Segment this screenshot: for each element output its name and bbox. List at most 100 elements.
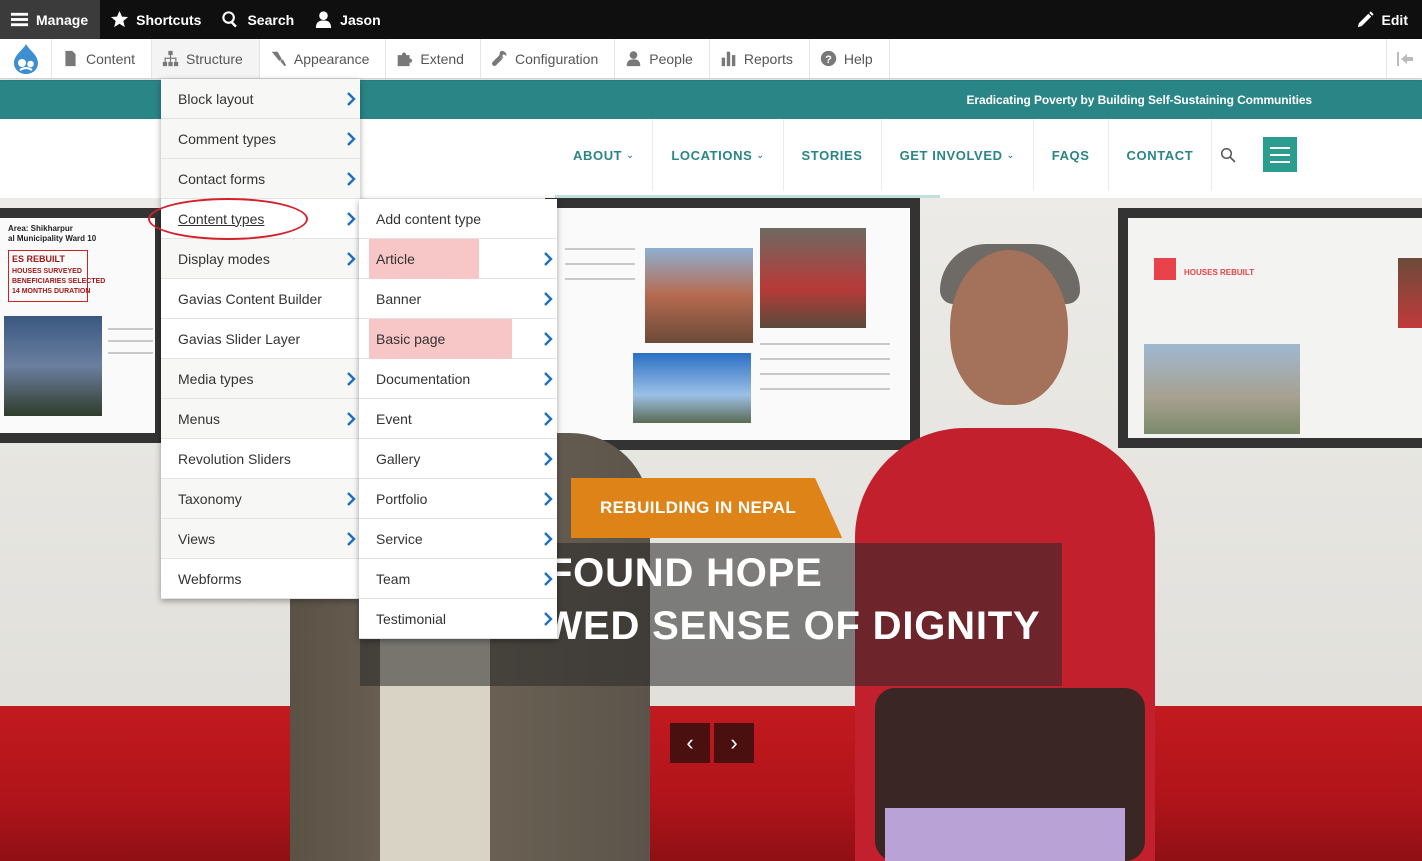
chevron-right-icon xyxy=(543,491,553,507)
manage-button[interactable]: Manage xyxy=(0,0,101,39)
shortcuts-button[interactable]: Shortcuts xyxy=(100,0,211,39)
submenu-documentation[interactable]: Documentation xyxy=(359,359,557,399)
menu-taxonomy[interactable]: Taxonomy xyxy=(161,479,360,519)
slider-next-button[interactable]: › xyxy=(714,723,754,763)
submenu-add-content-type[interactable]: Add content type xyxy=(359,199,557,239)
poster-textline xyxy=(565,263,635,265)
home-icon xyxy=(1154,258,1176,280)
nav-about[interactable]: ABOUT ⌄ xyxy=(555,119,654,191)
file-icon xyxy=(65,50,76,67)
poster-photo xyxy=(1398,258,1422,328)
chevron-right-icon xyxy=(346,371,356,387)
poster-textline xyxy=(108,328,153,330)
submenu-item-label: Basic page xyxy=(376,330,446,347)
menu-item-label: Gavias Slider Layer xyxy=(178,330,301,347)
tray-reports[interactable]: Reports xyxy=(710,39,810,78)
nav-locations[interactable]: LOCATIONS ⌄ xyxy=(653,119,784,191)
drupal-drop-icon xyxy=(13,43,38,74)
tray-help-label: Help xyxy=(843,50,873,67)
menu-item-label: Display modes xyxy=(178,250,270,267)
submenu-service[interactable]: Service xyxy=(359,519,557,559)
tray-structure[interactable]: Structure xyxy=(152,39,260,78)
poster-text: HOUSES REBUILT xyxy=(1184,268,1255,277)
chevron-right-icon xyxy=(346,211,356,227)
tray-help[interactable]: ? Help xyxy=(810,39,890,78)
poster-text: HOUSES SURVEYED xyxy=(12,268,82,275)
search-icon xyxy=(1221,147,1236,163)
submenu-portfolio[interactable]: Portfolio xyxy=(359,479,557,519)
menu-gavias-slider-layer[interactable]: Gavias Slider Layer xyxy=(161,319,360,359)
tray-extend-label: Extend xyxy=(420,50,464,67)
chevron-right-icon xyxy=(543,251,553,267)
submenu-item-label: Documentation xyxy=(376,370,471,387)
poster-text: BENEFICIARIES SELECTED xyxy=(12,278,106,285)
chevron-right-icon xyxy=(346,531,356,547)
edit-button[interactable]: Edit xyxy=(1346,0,1422,39)
submenu-event[interactable]: Event xyxy=(359,399,557,439)
tray-orientation-toggle[interactable] xyxy=(1386,39,1422,78)
submenu-team[interactable]: Team xyxy=(359,559,557,599)
tray-configuration[interactable]: Configuration xyxy=(481,39,616,78)
user-label: Jason xyxy=(340,11,381,28)
poster-photo xyxy=(4,316,102,416)
submenu-gallery[interactable]: Gallery xyxy=(359,439,557,479)
menu-contact-forms[interactable]: Contact forms xyxy=(161,159,360,199)
nav-locations-label: LOCATIONS xyxy=(671,147,753,163)
submenu-article[interactable]: Article xyxy=(359,239,557,279)
poster-photo xyxy=(645,248,753,343)
site-search-button[interactable] xyxy=(1212,119,1244,191)
chevron-right-icon xyxy=(346,171,356,187)
search-button[interactable]: Search xyxy=(211,0,304,39)
svg-text:?: ? xyxy=(825,54,832,66)
poster-photo xyxy=(760,228,866,328)
chevron-right-icon xyxy=(346,491,356,507)
mobile-menu-button[interactable] xyxy=(1263,137,1297,172)
poster-textline xyxy=(760,358,890,360)
poster-text: al Municipality Ward 10 xyxy=(8,234,97,243)
user-button[interactable]: Jason xyxy=(304,0,390,39)
menu-content-types[interactable]: Content types xyxy=(161,199,360,239)
chevron-down-icon: ⌄ xyxy=(756,149,765,160)
menu-display-modes[interactable]: Display modes xyxy=(161,239,360,279)
menu-revolution-sliders[interactable]: Revolution Sliders xyxy=(161,439,360,479)
tray-people[interactable]: People xyxy=(615,39,710,78)
person-icon xyxy=(626,51,641,67)
person-icon xyxy=(316,11,332,29)
nav-get-involved[interactable]: GET INVOLVED ⌄ xyxy=(882,119,1034,191)
drupal-logo[interactable] xyxy=(0,39,52,78)
menu-media-types[interactable]: Media types xyxy=(161,359,360,399)
submenu-item-label: Banner xyxy=(376,290,422,307)
menu-menus[interactable]: Menus xyxy=(161,399,360,439)
menu-webforms[interactable]: Webforms xyxy=(161,559,360,599)
menu-block-layout[interactable]: Block layout xyxy=(161,79,360,119)
chevron-right-icon xyxy=(543,371,553,387)
submenu-banner[interactable]: Banner xyxy=(359,279,557,319)
poster-left: Area: Shikharpur al Municipality Ward 10… xyxy=(0,208,165,443)
tray-extend[interactable]: Extend xyxy=(386,39,481,78)
tray-structure-label: Structure xyxy=(186,50,243,67)
tray-content[interactable]: Content xyxy=(52,39,153,78)
poster-sheet xyxy=(555,208,910,440)
menu-item-label: Comment types xyxy=(178,130,277,147)
nav-stories[interactable]: STORIES xyxy=(784,119,882,191)
submenu-item-label: Portfolio xyxy=(376,490,428,507)
menu-views[interactable]: Views xyxy=(161,519,360,559)
submenu-item-label: Gallery xyxy=(376,450,421,467)
menu-gavias-content-builder[interactable]: Gavias Content Builder xyxy=(161,279,360,319)
submenu-testimonial[interactable]: Testimonial xyxy=(359,599,557,639)
chevron-right-icon xyxy=(543,291,553,307)
menu-item-label: Menus xyxy=(178,410,221,427)
submenu-item-label: Event xyxy=(376,410,412,427)
submenu-basic-page[interactable]: Basic page xyxy=(359,319,557,359)
slider-prev-button[interactable]: ‹ xyxy=(670,723,710,763)
content-types-submenu: Add content type Article Banner Basic pa… xyxy=(359,199,557,639)
paintbrush-icon xyxy=(271,51,287,67)
nav-faqs[interactable]: FAQS xyxy=(1034,119,1109,191)
hero-red-wall xyxy=(0,706,1422,861)
nav-contact[interactable]: CONTACT xyxy=(1109,119,1213,191)
menu-comment-types[interactable]: Comment types xyxy=(161,119,360,159)
hero-cloth xyxy=(885,808,1125,861)
manage-label: Manage xyxy=(36,11,89,28)
menu-item-label: Media types xyxy=(178,370,254,387)
tray-appearance[interactable]: Appearance xyxy=(260,39,387,78)
